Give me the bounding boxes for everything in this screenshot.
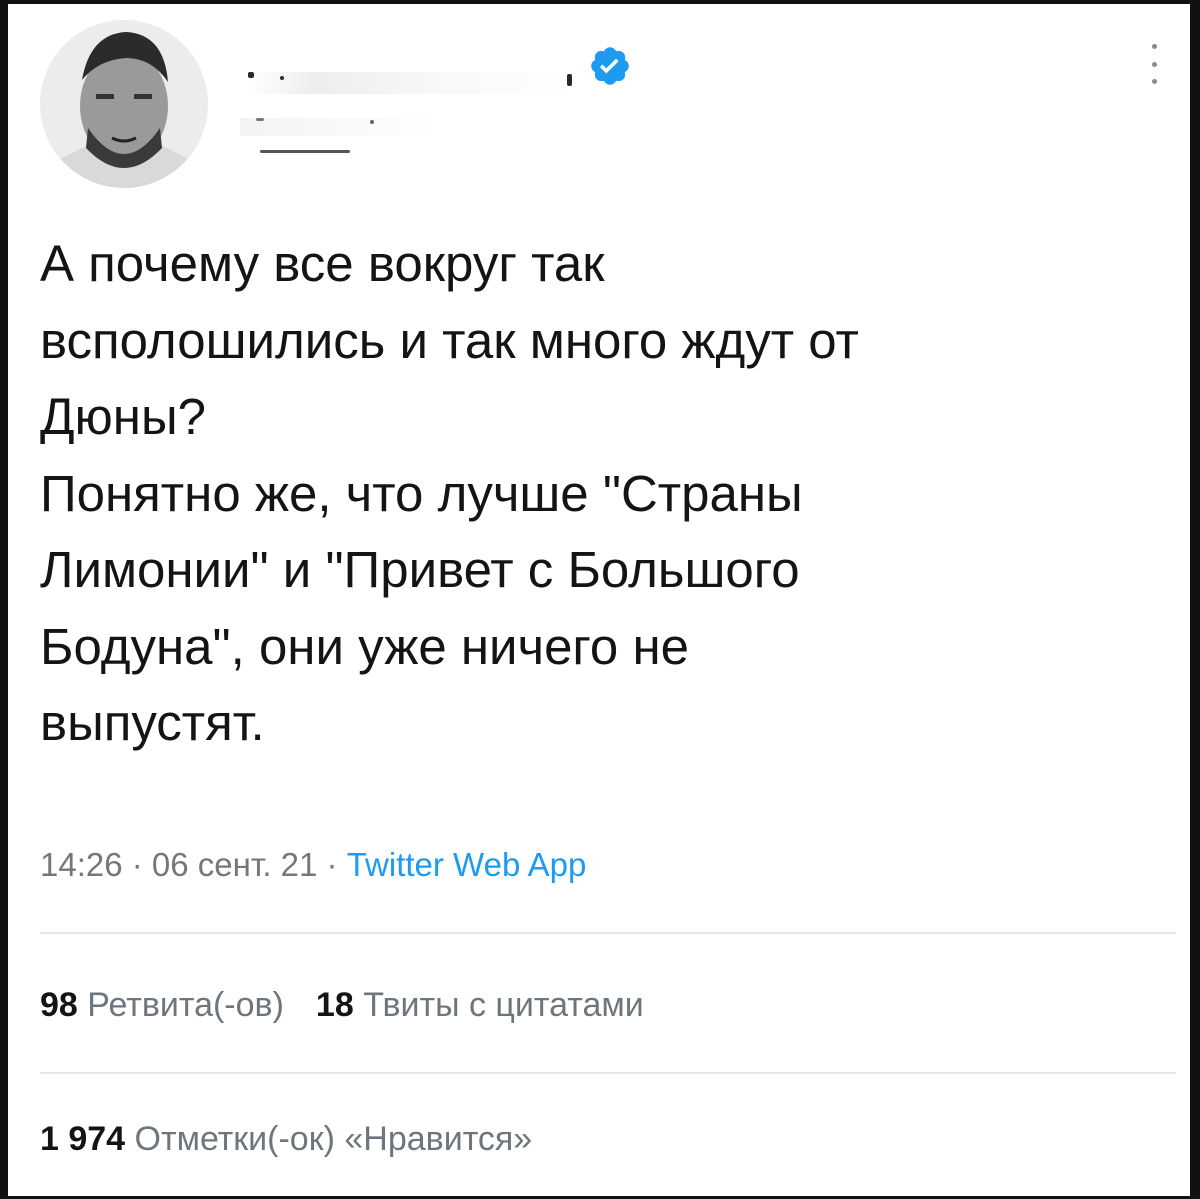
tweet-source[interactable]: Twitter Web App — [347, 846, 587, 883]
quotes-count: 18 — [315, 986, 354, 1024]
frame-top — [0, 0, 1200, 4]
likes-label: Отметки(-ок) «Нравится» — [134, 1120, 533, 1158]
retweets-count: 98 — [40, 986, 78, 1024]
tweet-text: А почему все вокруг так всполошились и т… — [40, 235, 859, 751]
divider — [40, 1072, 1176, 1074]
tweet-metadata: 14:26 · 06 сент. 21 · Twitter Web App — [40, 846, 586, 884]
retweets-label: Ретвита(-ов) — [87, 986, 284, 1024]
verified-badge-icon — [588, 44, 632, 88]
handle-redaction — [240, 118, 440, 136]
engagement-row: 98 Ретвита(-ов) 18 Твиты с цитатами — [40, 986, 644, 1025]
likes-row[interactable]: 1 974 Отметки(-ок) «Нравится» — [40, 1120, 532, 1159]
name-fragment — [248, 72, 254, 78]
frame-left — [0, 0, 8, 1199]
handle-fragment — [370, 120, 374, 124]
name-fragment — [280, 76, 284, 80]
separator: · — [122, 846, 152, 883]
avatar[interactable] — [40, 20, 208, 188]
handle-fragment — [260, 150, 350, 153]
tweet-date[interactable]: 06 сент. 21 — [152, 846, 317, 883]
name-fragment — [567, 74, 572, 86]
more-vertical-icon[interactable] — [1146, 44, 1162, 84]
likes-count: 1 974 — [40, 1120, 126, 1158]
avatar-photo — [40, 20, 208, 188]
name-redaction — [248, 72, 578, 94]
quotes-label: Твиты с цитатами — [363, 986, 644, 1024]
retweets-stat[interactable]: 98 Ретвита(-ов) — [40, 986, 284, 1024]
frame-right — [1190, 0, 1200, 1199]
handle-fragment — [256, 118, 264, 121]
divider — [40, 932, 1176, 934]
tweet-time[interactable]: 14:26 — [40, 846, 123, 883]
quotes-stat[interactable]: 18 Твиты с цитатами — [316, 986, 644, 1024]
separator: · — [317, 846, 347, 883]
